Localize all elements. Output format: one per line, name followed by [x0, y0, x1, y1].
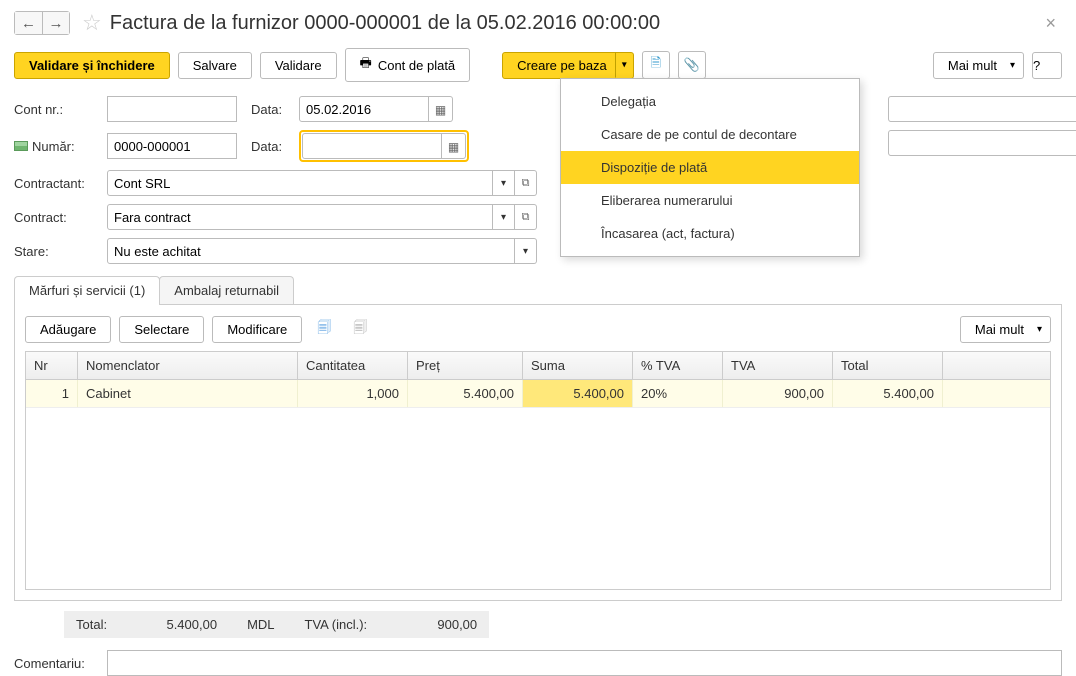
menu-item-eliberarea[interactable]: Eliberarea numerarului: [561, 184, 859, 217]
attachment-button[interactable]: [678, 51, 706, 79]
document-icon: [651, 54, 661, 76]
numar-input[interactable]: [107, 133, 237, 159]
cell-extra: [943, 380, 1050, 407]
cell-tva[interactable]: 900,00: [723, 380, 833, 407]
cell-pret[interactable]: 5.400,00: [408, 380, 523, 407]
col-tva-percent[interactable]: % TVA: [633, 352, 723, 379]
menu-item-delegatia[interactable]: Delegația: [561, 85, 859, 118]
save-button[interactable]: Salvare: [178, 52, 252, 79]
data1-input[interactable]: [299, 96, 429, 122]
cell-tva-percent[interactable]: 20%: [633, 380, 723, 407]
paperclip-icon: [684, 57, 700, 73]
comment-label: Comentariu:: [14, 656, 99, 671]
grid-body[interactable]: 1 Cabinet 1,000 5.400,00 5.400,00 20% 90…: [25, 380, 1051, 590]
grid-header: Nr Nomenclator Cantitatea Preț Suma % TV…: [25, 351, 1051, 380]
contractant-input[interactable]: [107, 170, 493, 196]
cell-nr[interactable]: 1: [26, 380, 78, 407]
data1-calendar-button[interactable]: [429, 96, 453, 122]
contractant-drop[interactable]: ▾: [493, 170, 515, 196]
cont-plata-button[interactable]: Cont de plată: [345, 48, 471, 82]
data2-input[interactable]: [302, 133, 442, 159]
data2-calendar-button[interactable]: [442, 133, 466, 159]
col-total[interactable]: Total: [833, 352, 943, 379]
select-button[interactable]: Selectare: [119, 316, 204, 343]
cont-nr-label: Cont nr.:: [14, 102, 99, 117]
contractant-open[interactable]: [515, 170, 537, 196]
cell-qty[interactable]: 1,000: [298, 380, 408, 407]
col-nr[interactable]: Nr: [26, 352, 78, 379]
contractant-label: Contractant:: [14, 176, 99, 191]
total-value: 5.400,00: [137, 617, 217, 632]
creare-dropdown-menu: Delegația Casare de pe contul de deconta…: [560, 78, 860, 257]
col-nomenclator[interactable]: Nomenclator: [78, 352, 298, 379]
copy-icon: [353, 317, 367, 341]
comment-input[interactable]: [107, 650, 1062, 676]
tva-label: TVA (incl.):: [305, 617, 368, 632]
col-suma[interactable]: Suma: [523, 352, 633, 379]
menu-item-incasarea[interactable]: Încasarea (act, factura): [561, 217, 859, 250]
data2-label: Data:: [251, 139, 291, 154]
totals-bar: Total: 5.400,00 MDL TVA (incl.): 900,00: [64, 611, 489, 638]
tab-ambalaj[interactable]: Ambalaj returnabil: [159, 276, 294, 304]
envelope-icon: [14, 141, 28, 151]
document-icon-button[interactable]: [642, 51, 670, 79]
favorite-star-icon[interactable]: ☆: [82, 10, 102, 36]
open-icon: [522, 211, 530, 224]
contract-open[interactable]: [515, 204, 537, 230]
right-combo-1[interactable]: [888, 96, 1076, 122]
add-button[interactable]: Adăugare: [25, 316, 111, 343]
stare-label: Stare:: [14, 244, 99, 259]
calendar-icon: [435, 102, 446, 117]
contract-label: Contract:: [14, 210, 99, 225]
col-cantitatea[interactable]: Cantitatea: [298, 352, 408, 379]
data1-label: Data:: [251, 102, 291, 117]
stare-input[interactable]: [107, 238, 515, 264]
nav-forward-button[interactable]: →: [42, 12, 69, 34]
copy-button[interactable]: [310, 315, 338, 343]
menu-item-casare[interactable]: Casare de pe contul de decontare: [561, 118, 859, 151]
cell-nomenclator[interactable]: Cabinet: [78, 380, 298, 407]
contract-drop[interactable]: ▾: [493, 204, 515, 230]
validate-close-button[interactable]: Validare și închidere: [14, 52, 170, 79]
currency-label: MDL: [247, 617, 274, 632]
validate-button[interactable]: Validare: [260, 52, 337, 79]
cont-nr-input[interactable]: [107, 96, 237, 122]
contract-input[interactable]: [107, 204, 493, 230]
copy2-button[interactable]: [346, 315, 374, 343]
creare-pe-baza-dropdown[interactable]: Creare pe baza: [502, 52, 634, 79]
close-icon[interactable]: ×: [1039, 13, 1062, 34]
tva-value: 900,00: [397, 617, 477, 632]
modify-button[interactable]: Modificare: [212, 316, 302, 343]
col-pret[interactable]: Preț: [408, 352, 523, 379]
tab-marfuri[interactable]: Mărfuri și servicii (1): [14, 276, 160, 304]
copy-icon: [317, 317, 331, 341]
open-icon: [522, 177, 530, 190]
help-button[interactable]: ?: [1032, 52, 1062, 79]
cell-suma[interactable]: 5.400,00: [523, 380, 633, 407]
calendar-icon: [448, 139, 459, 154]
menu-item-dispozitie[interactable]: Dispoziție de plată: [561, 151, 859, 184]
col-tva[interactable]: TVA: [723, 352, 833, 379]
page-title: Factura de la furnizor 0000-000001 de la…: [110, 12, 1040, 35]
more-button[interactable]: Mai mult: [933, 52, 1024, 79]
col-extra: [943, 352, 1050, 379]
numar-label: Număr:: [14, 139, 99, 154]
table-row[interactable]: 1 Cabinet 1,000 5.400,00 5.400,00 20% 90…: [26, 380, 1050, 408]
stare-drop[interactable]: ▾: [515, 238, 537, 264]
printer-icon: [360, 54, 372, 76]
cell-total[interactable]: 5.400,00: [833, 380, 943, 407]
tab-more-button[interactable]: Mai mult: [960, 316, 1051, 343]
nav-back-button[interactable]: ←: [15, 12, 42, 34]
right-combo-2[interactable]: [888, 130, 1076, 156]
total-label: Total:: [76, 617, 107, 632]
